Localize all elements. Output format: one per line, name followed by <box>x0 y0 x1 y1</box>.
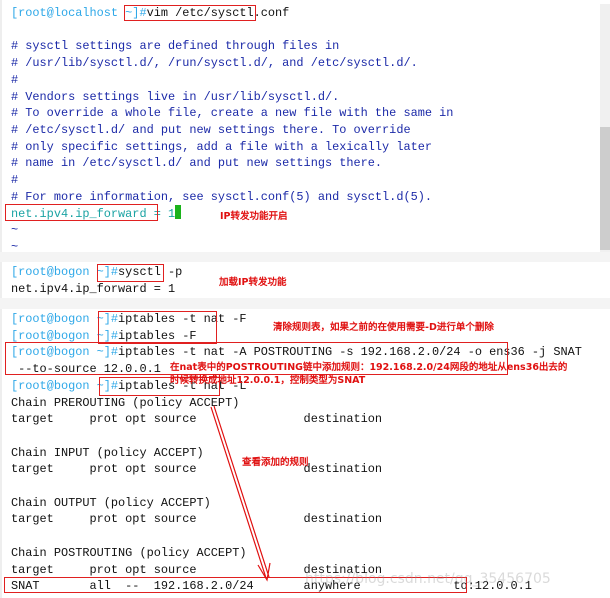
watermark: https://blog.csdn.net/qq_35456705 <box>305 571 551 587</box>
arrow-icon <box>210 405 271 582</box>
arrow-overlay <box>210 405 271 582</box>
